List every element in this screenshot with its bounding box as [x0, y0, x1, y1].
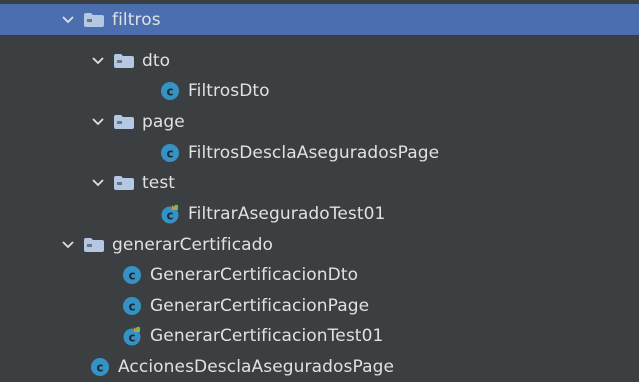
tree-node-test[interactable]: test [0, 167, 639, 198]
svg-text:c: c [128, 299, 135, 313]
chevron-down-icon[interactable] [60, 237, 76, 253]
tree-node-label: GenerarCertificacionTest01 [150, 325, 384, 346]
folder-icon [84, 237, 104, 252]
class-icon: c [122, 296, 142, 316]
test-class-icon: c [160, 204, 180, 224]
tree-node-label: page [142, 111, 185, 132]
tree-node-label: GenerarCertificacionDto [150, 264, 359, 285]
class-icon: c [160, 143, 180, 163]
tree-node-label: GenerarCertificacionPage [150, 295, 370, 316]
folder-icon [114, 175, 134, 190]
class-icon: c [90, 357, 110, 377]
tree-node-label: dto [142, 50, 171, 71]
tree-node-generarcertificaciontest01[interactable]: c GenerarCertificacionTest01 [0, 320, 639, 351]
tree-node-filtrosdto[interactable]: c FiltrosDto [0, 75, 639, 106]
class-icon: c [122, 265, 142, 285]
folder-icon [114, 114, 134, 129]
tree-node-page[interactable]: page [0, 106, 639, 137]
tree-node-filtrarAseguradotest01[interactable]: c FiltrarAseguradoTest01 [0, 198, 639, 229]
project-tree: filtros dto c FiltrosDto page c FiltrosD… [0, 0, 639, 377]
svg-text:c: c [166, 208, 173, 222]
tree-node-label: filtros [112, 9, 161, 30]
tree-node-filtrosdesclaaseguradospage[interactable]: c FiltrosDesclaAseguradosPage [0, 137, 639, 168]
chevron-down-icon[interactable] [60, 12, 76, 28]
svg-text:c: c [166, 146, 173, 160]
tree-node-filtros[interactable]: filtros [0, 4, 639, 35]
tree-node-label: FiltrosDto [188, 80, 270, 101]
test-class-icon: c [122, 326, 142, 346]
chevron-down-icon[interactable] [90, 53, 106, 69]
chevron-down-icon[interactable] [90, 114, 106, 130]
svg-text:c: c [96, 360, 103, 374]
tree-node-label: generarCertificado [112, 234, 274, 255]
tree-node-generarcertificado[interactable]: generarCertificado [0, 229, 639, 260]
tree-node-label: AccionesDesclaAseguradosPage [118, 356, 395, 377]
folder-icon [84, 12, 104, 27]
folder-icon [114, 53, 134, 68]
tree-node-label: test [142, 172, 176, 193]
svg-text:c: c [166, 84, 173, 98]
tree-node-generarcertificaciondto[interactable]: c GenerarCertificacionDto [0, 259, 639, 290]
tree-node-accionesdesclaaseguradospage[interactable]: c AccionesDesclaAseguradosPage [0, 351, 639, 382]
tree-node-generarcertificacionpage[interactable]: c GenerarCertificacionPage [0, 290, 639, 321]
tree-node-label: FiltrosDesclaAseguradosPage [188, 142, 440, 163]
tree-node-dto[interactable]: dto [0, 45, 639, 76]
tree-node-label: FiltrarAseguradoTest01 [188, 203, 386, 224]
chevron-down-icon[interactable] [90, 175, 106, 191]
svg-text:c: c [128, 268, 135, 282]
class-icon: c [160, 81, 180, 101]
svg-text:c: c [128, 330, 135, 344]
